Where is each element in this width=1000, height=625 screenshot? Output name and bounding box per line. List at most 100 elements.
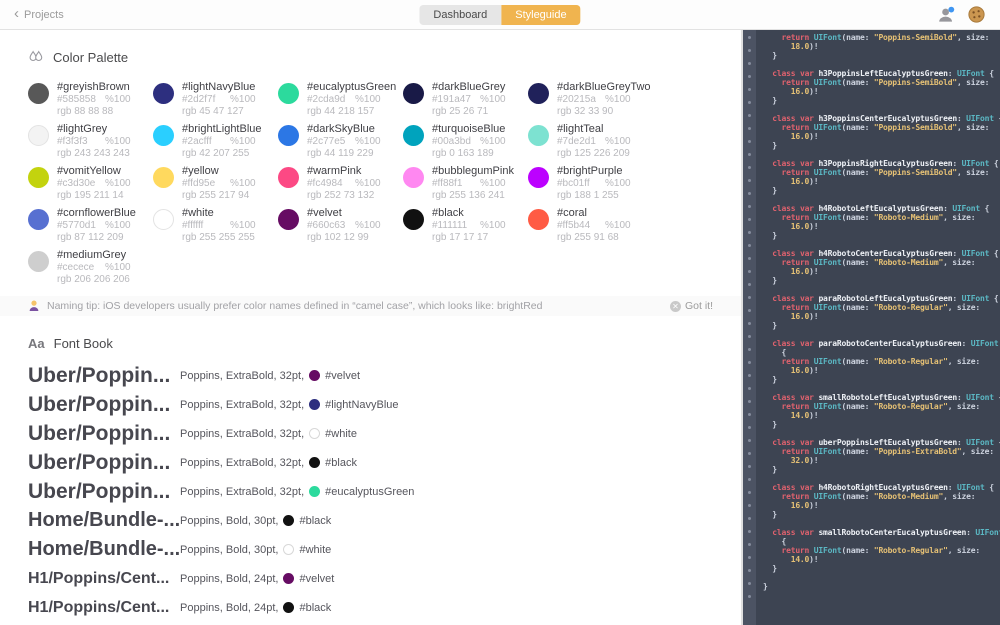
color-name: #warmPink <box>307 165 362 177</box>
gutter-dot <box>748 504 751 507</box>
color-item[interactable]: #brightPurple #bc01ff %100 rgb 188 1 255 <box>528 165 653 202</box>
color-alpha: %100 <box>605 220 631 231</box>
color-swatch <box>28 125 49 146</box>
color-hex: #cecece <box>57 262 95 273</box>
tab-dashboard[interactable]: Dashboard <box>419 4 502 25</box>
color-swatch <box>403 209 424 230</box>
gutter-dot <box>748 595 751 598</box>
gutter-dot <box>748 166 751 169</box>
color-alpha: %100 <box>105 220 131 231</box>
color-hex: #2acfff <box>182 136 212 147</box>
color-rgb: rgb 195 211 14 <box>57 190 124 201</box>
font-style-row[interactable]: Uber/Poppin... Poppins, ExtraBold, 32pt, #… <box>28 419 713 448</box>
font-style-row[interactable]: Uber/Poppin... Poppins, ExtraBold, 32pt, #… <box>28 448 713 477</box>
font-color-dot <box>283 515 295 526</box>
font-style-row[interactable]: Home/Bundle-... Poppins, Bold, 30pt, #blac… <box>28 506 713 535</box>
color-item[interactable]: #yellow #ffd95e %100 rgb 255 217 94 <box>153 165 278 202</box>
color-info: #black #111111 %100 rgb 17 17 17 <box>432 207 506 244</box>
color-hex: #ff5b44 <box>557 220 591 231</box>
code-line: return UIFont(name: "Roboto-Regular", si… <box>781 546 981 555</box>
color-item[interactable]: #darkBlueGreyTwo #20215a %100 rgb 32 33 90 <box>528 81 653 118</box>
color-item[interactable]: #cornflowerBlue #5770d1 %100 rgb 87 112 209 <box>28 207 153 244</box>
code-line: class var h4RobotoCenterEucalyptusGreen:… <box>772 249 999 258</box>
gutter-dot <box>748 153 751 156</box>
color-rgb: rgb 255 255 255 <box>182 232 255 243</box>
color-hex-alpha: #cecece %100 <box>57 262 131 274</box>
notifications-icon[interactable] <box>937 6 955 23</box>
font-style-row[interactable]: Uber/Poppin... Poppins, ExtraBold, 32pt, #… <box>28 361 713 390</box>
color-item[interactable]: #greyishBrown #585858 %100 rgb 88 88 88 <box>28 81 153 118</box>
tab-styleguide[interactable]: Styleguide <box>501 4 581 25</box>
color-swatch <box>278 209 299 230</box>
color-name: #brightPurple <box>557 165 623 177</box>
color-item[interactable]: #bubblegumPink #ff88f1 %100 rgb 255 136 241 <box>403 165 528 202</box>
code-panel[interactable]: return UIFont(name: "Poppins-SemiBold", … <box>743 30 1000 625</box>
color-item[interactable]: #turquoiseBlue #00a3bd %100 rgb 0 163 189 <box>403 123 528 160</box>
color-info: #brightPurple #bc01ff %100 rgb 188 1 255 <box>557 165 631 202</box>
color-item[interactable]: #coral #ff5b44 %100 rgb 255 91 68 <box>528 207 653 244</box>
color-item[interactable]: #lightNavyBlue #2d2f7f %100 rgb 45 47 127 <box>153 81 278 118</box>
color-item[interactable]: #darkBlueGrey #191a47 %100 rgb 25 26 71 <box>403 81 528 118</box>
color-info: #greyishBrown #585858 %100 rgb 88 88 88 <box>57 81 131 118</box>
font-style-description: Poppins, ExtraBold, 32pt, #white <box>180 428 357 440</box>
avatar[interactable] <box>968 6 986 23</box>
code-line: return UIFont(name: "Roboto-Regular", si… <box>781 402 981 411</box>
code-line: class var paraRobotoCenterEucalyptusGree… <box>772 339 999 348</box>
gutter-dot <box>748 140 751 143</box>
color-hex: #c3d30e <box>57 178 96 189</box>
color-item[interactable]: #mediumGrey #cecece %100 rgb 206 206 206 <box>28 249 153 286</box>
color-rgb: rgb 25 26 71 <box>432 106 489 117</box>
font-style-row[interactable]: H1/Poppins/Cent... Poppins, Bold, 24pt, #b… <box>28 593 713 622</box>
font-rows: Uber/Poppin... Poppins, ExtraBold, 32pt, #… <box>28 361 713 622</box>
font-sample-text: Uber/Poppin... <box>28 421 171 445</box>
gutter-dot <box>748 75 751 78</box>
color-item[interactable]: #darkSkyBlue #2c77e5 %100 rgb 44 119 229 <box>278 123 403 160</box>
color-alpha: %100 <box>355 178 381 189</box>
code-listing[interactable]: return UIFont(name: "Poppins-SemiBold", … <box>756 30 1000 625</box>
code-line: { <box>763 348 787 357</box>
color-item[interactable]: #eucalyptusGreen #2cda9d %100 rgb 44 218 15… <box>278 81 403 118</box>
code-line: 16.0)! <box>790 267 819 276</box>
color-item[interactable]: #brightLightBlue #2acfff %100 rgb 42 207 25… <box>153 123 278 160</box>
font-style-description: Poppins, Bold, 24pt, #black <box>180 602 331 614</box>
code-line: return UIFont(name: "Roboto-Medium", siz… <box>781 492 976 501</box>
color-alpha: %100 <box>605 136 631 147</box>
color-hex: #585858 <box>57 94 96 105</box>
font-style-row[interactable]: H1/Poppins/Cent... Poppins, Bold, 24pt, #v… <box>28 564 713 593</box>
color-item[interactable]: #warmPink #fc4984 %100 rgb 252 73 132 <box>278 165 403 202</box>
font-sample-text: Uber/Poppin... <box>28 479 171 503</box>
color-hex: #fc4984 <box>307 178 343 189</box>
color-alpha: %100 <box>355 220 381 231</box>
color-item[interactable]: #lightGrey #f3f3f3 %100 rgb 243 243 243 <box>28 123 153 160</box>
color-name: #vomitYellow <box>57 165 121 177</box>
droplets-icon <box>29 50 43 61</box>
font-desc-text: Poppins, ExtraBold, 32pt, <box>180 398 305 411</box>
code-line: 18.0)! <box>790 42 819 51</box>
dismiss-tip-button[interactable]: ✕ Got it! <box>669 300 713 312</box>
gutter-dot <box>748 439 751 442</box>
color-item[interactable]: #lightTeal #7de2d1 %100 rgb 125 226 209 <box>528 123 653 160</box>
color-alpha: %100 <box>105 136 131 147</box>
color-info: #brightLightBlue #2acfff %100 rgb 42 207 25… <box>182 123 262 160</box>
color-item[interactable]: #velvet #660c63 %100 rgb 102 12 99 <box>278 207 403 244</box>
font-style-row[interactable]: Home/Bundle-... Poppins, Bold, 30pt, #whit… <box>28 535 713 564</box>
font-style-row[interactable]: Uber/Poppin... Poppins, ExtraBold, 32pt, #… <box>28 390 713 419</box>
font-desc-text: Poppins, ExtraBold, 32pt, <box>180 427 305 440</box>
color-item[interactable]: #black #111111 %100 rgb 17 17 17 <box>403 207 528 244</box>
color-name: #greyishBrown <box>57 81 130 93</box>
code-line: return UIFont(name: "Poppins-SemiBold", … <box>781 78 990 87</box>
color-item[interactable]: #white #ffffff %100 rgb 255 255 255 <box>153 207 278 244</box>
color-hex-alpha: #ffffff %100 <box>182 220 256 232</box>
color-info: #lightGrey #f3f3f3 %100 rgb 243 243 243 <box>57 123 131 160</box>
font-sample-text: Uber/Poppin... <box>28 450 171 474</box>
back-to-projects-button[interactable]: ‹ Projects <box>14 6 64 21</box>
font-style-row[interactable]: Uber/Poppin... Poppins, ExtraBold, 32pt, #… <box>28 477 713 506</box>
color-swatch <box>528 167 549 188</box>
color-name: #yellow <box>182 165 219 177</box>
color-item[interactable]: #vomitYellow #c3d30e %100 rgb 195 211 14 <box>28 165 153 202</box>
topbar-actions <box>937 6 986 23</box>
color-hex-alpha: #7de2d1 %100 <box>557 136 631 148</box>
